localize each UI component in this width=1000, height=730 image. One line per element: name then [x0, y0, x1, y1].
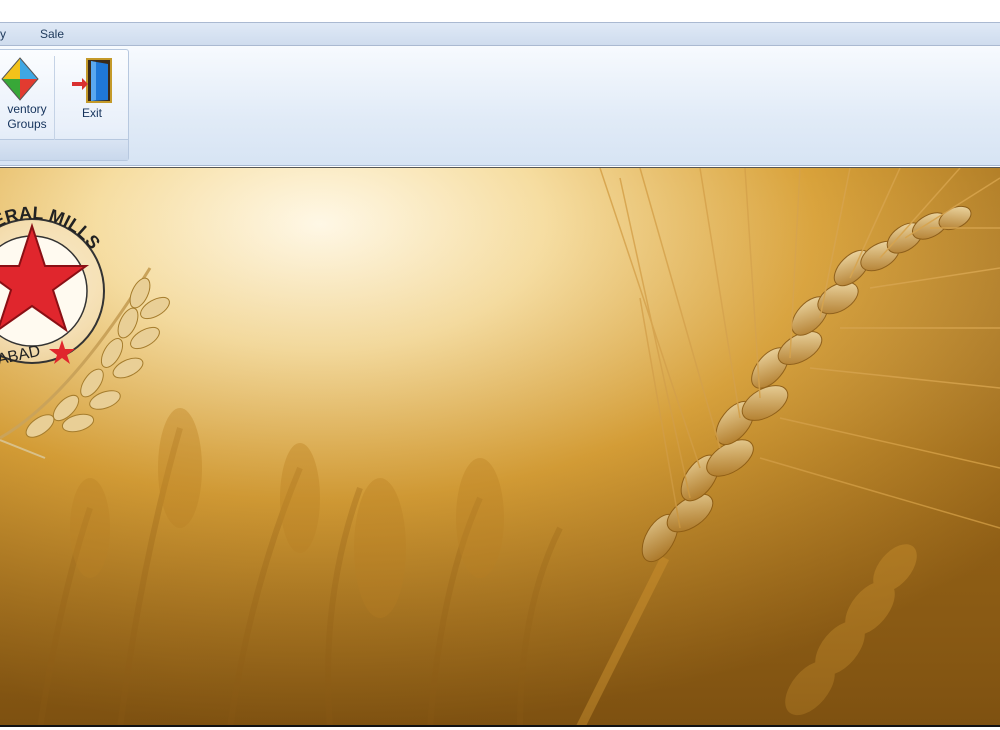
menu-item-sale[interactable]: Sale [40, 27, 64, 41]
ribbon-toolbar: ventory Groups Exit [0, 46, 1000, 166]
main-background-area: & GENERAL MILLS ABAD [0, 167, 1000, 727]
inventory-groups-button[interactable]: ventory Groups [0, 56, 49, 132]
menu-bar: y Sale [0, 22, 1000, 46]
exit-door-icon [63, 56, 121, 106]
ribbon-separator [54, 56, 55, 140]
inventory-groups-label-line1: ventory [7, 102, 47, 116]
exit-label: Exit [81, 106, 102, 120]
inventory-groups-icon [0, 56, 49, 102]
inventory-groups-label-line2: Groups [7, 117, 47, 131]
menu-item-inventory[interactable]: y [0, 27, 6, 41]
exit-button[interactable]: Exit [63, 56, 121, 121]
wheat-field-background: & GENERAL MILLS ABAD [0, 168, 1000, 725]
ribbon-group: ventory Groups Exit [0, 49, 129, 161]
title-bar-strip [0, 0, 1000, 22]
ribbon-group-footer [0, 139, 128, 160]
